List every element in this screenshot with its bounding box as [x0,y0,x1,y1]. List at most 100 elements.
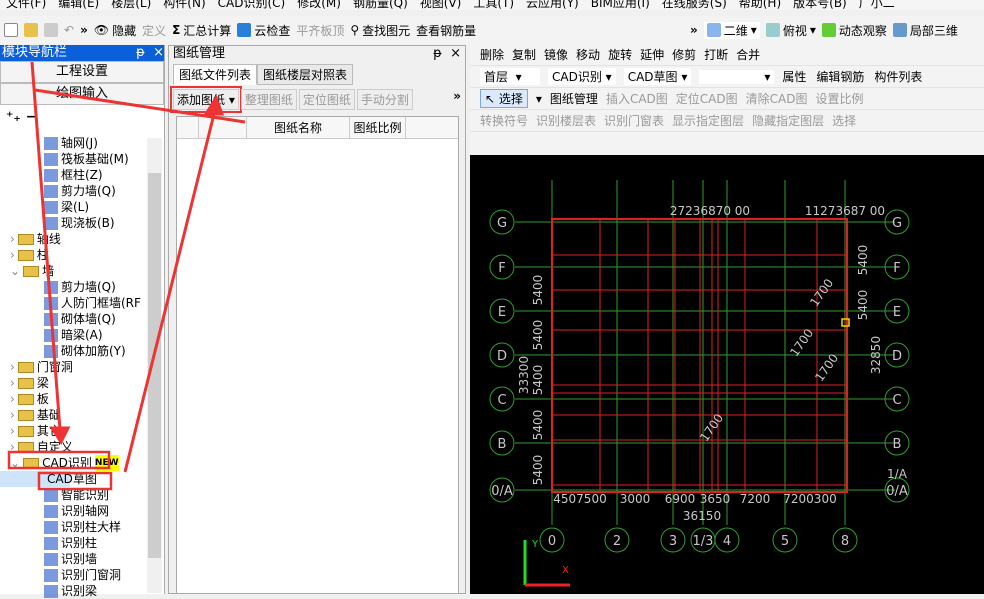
toolbar-button[interactable]: 复制 [512,46,536,63]
tab-file-list[interactable]: 图纸文件列表 [173,64,258,85]
item-select[interactable]: ▾ [699,69,775,84]
dynamic-view-button[interactable]: 动态观察 [821,22,887,39]
manual-split-button[interactable]: 手动分割 [356,89,413,110]
toolbar-button[interactable]: 选择 [832,112,856,129]
more-icon[interactable]: » [80,23,88,37]
cloud-check-button[interactable]: 云检查 [237,22,290,39]
expand-all-icon[interactable]: ⁺₊ [6,109,21,125]
toolbar-button[interactable]: 修剪 [672,46,696,63]
nav-scrollbar[interactable] [147,138,162,593]
tree-item[interactable]: 现浇板(B) [0,215,147,231]
chevron-right-icon[interactable]: › [10,439,15,455]
toolbar-button[interactable]: 构件列表 [874,68,922,85]
menu-item[interactable]: 编辑(E) [58,0,99,10]
chevron-right-icon[interactable]: › [10,231,15,247]
more-icon[interactable]: » [453,89,461,110]
organize-drawing-button[interactable]: 整理图纸 [240,89,297,110]
menu-item[interactable]: 钢筋量(Q) [353,0,408,10]
chevron-down-icon[interactable]: ▾ [229,93,235,107]
tree-item[interactable]: › 自定义 [0,439,147,455]
tree-item[interactable]: 筏板基础(M) [0,151,147,167]
chevron-right-icon[interactable]: › [10,391,15,407]
menu-item[interactable]: CAD识别(C) [218,0,286,10]
select-button[interactable]: ↖ 选择 [480,89,528,108]
align-top-button[interactable]: 平齐板顶 [296,22,344,39]
tree-item[interactable]: 轴网(J) [0,135,147,151]
toolbar-button[interactable]: 延伸 [640,46,664,63]
project-settings-button[interactable]: 工程设置 [0,61,164,83]
menu-item[interactable]: 云应用(Y) [526,0,579,10]
toolbar-button[interactable]: 识别门窗表 [604,112,664,129]
set-scale-button[interactable]: 设置比例 [815,90,863,107]
undo-icon[interactable]: ↶ [64,23,74,37]
menu-item[interactable]: 在线服务(S) [662,0,727,10]
hide-button[interactable]: 👁 隐藏 [94,22,136,39]
tree-item[interactable]: 识别门窗洞 [0,567,147,583]
pin-icon[interactable]: ᵽ [136,45,145,60]
locate-cad-button[interactable]: 定位CAD图 [676,90,738,107]
toolbar-button[interactable]: 打断 [704,46,728,63]
chevron-down-icon[interactable]: ⌄ [10,455,20,471]
toolbar-button[interactable]: 删除 [480,46,504,63]
tree-item[interactable]: 梁(L) [0,199,147,215]
toolbar-button[interactable]: 镜像 [544,46,568,63]
tree-item[interactable]: › 轴线 [0,231,147,247]
chevron-right-icon[interactable]: › [10,247,15,263]
tree-item[interactable]: › 梁 [0,375,147,391]
save-icon[interactable] [44,23,58,37]
sum-button[interactable]: Σ 汇总计算 [172,22,231,39]
close-icon[interactable]: × [450,46,461,61]
toolbar-button[interactable]: 隐藏指定图层 [752,112,824,129]
menu-item[interactable]: 版本号(B) [793,0,847,10]
tree-item[interactable]: 人防门框墙(RF [0,295,147,311]
floor-select[interactable]: 首层 ▾ [480,68,540,85]
chevron-right-icon[interactable]: › [10,375,15,391]
tab-floor-map[interactable]: 图纸楼层对照表 [257,64,354,85]
menu-item[interactable]: 修改(M) [297,0,341,10]
toolbar-button[interactable]: 属性 [782,68,806,85]
toolbar-button[interactable]: 识别楼层表 [536,112,596,129]
pin-icon[interactable]: ᵽ [433,46,442,61]
toolbar-button[interactable]: 旋转 [608,46,632,63]
toolbar-button[interactable]: 转换符号 [480,112,528,129]
menu-item[interactable]: 工具(T) [473,0,514,10]
toolbar-button[interactable]: 编辑钢筋 [816,68,864,85]
2d-dropdown[interactable]: 二维 ▾ [703,21,760,39]
tree-item[interactable]: 识别轴网 [0,503,147,519]
drawing-input-button[interactable]: 绘图输入 [0,83,164,105]
menu-item[interactable]: BIM应用(I) [591,0,650,10]
tree-item[interactable]: 砌体加筋(Y) [0,343,147,359]
tree-item[interactable]: 暗梁(A) [0,327,147,343]
menu-item[interactable]: 视图(V) [420,0,462,10]
tree-item[interactable]: › 其它 [0,423,147,439]
chevron-right-icon[interactable]: › [10,407,15,423]
find-button[interactable]: ⚲ 查找图元 [350,22,410,39]
tree-item[interactable]: 剪力墙(Q) [0,183,147,199]
add-drawing-button[interactable]: 添加图纸 ▾ [170,86,242,113]
toolbar-button[interactable]: 移动 [576,46,600,63]
close-icon[interactable]: × [153,45,164,60]
column-header-scale[interactable]: 图纸比例 [350,117,406,138]
module-select[interactable]: CAD识别 ▾ [548,68,616,85]
define-button[interactable]: 定义 [142,22,166,39]
menu-item[interactable]: 文件(F) [6,0,46,10]
tree-item[interactable]: 识别梁 [0,583,147,599]
clear-cad-button[interactable]: 清除CAD图 [746,90,808,107]
top-view-dropdown[interactable]: 俯视 ▾ [765,22,816,39]
toolbar-button[interactable]: 合并 [736,46,760,63]
insert-cad-button[interactable]: 插入CAD图 [606,90,668,107]
menu-item[interactable]: 楼层(L) [111,0,151,10]
component-select[interactable]: CAD草图 ▾ [623,68,692,85]
menu-item[interactable]: 帮助(H) [739,0,781,10]
menu-item[interactable]: 构件(N) [163,0,205,10]
collapse-all-icon[interactable]: − [26,109,38,125]
chevron-right-icon[interactable]: › [10,359,15,375]
new-file-icon[interactable] [4,23,18,37]
tree-item[interactable]: 智能识别 [0,487,147,503]
tree-item[interactable]: › 门窗洞 [0,359,147,375]
tree-item[interactable]: 识别墙 [0,551,147,567]
drawing-mgmt-button[interactable]: 图纸管理 [550,90,598,107]
toolbar-button[interactable]: 显示指定图层 [672,112,744,129]
tree-item[interactable]: › 基础 [0,407,147,423]
open-file-icon[interactable] [24,23,38,37]
